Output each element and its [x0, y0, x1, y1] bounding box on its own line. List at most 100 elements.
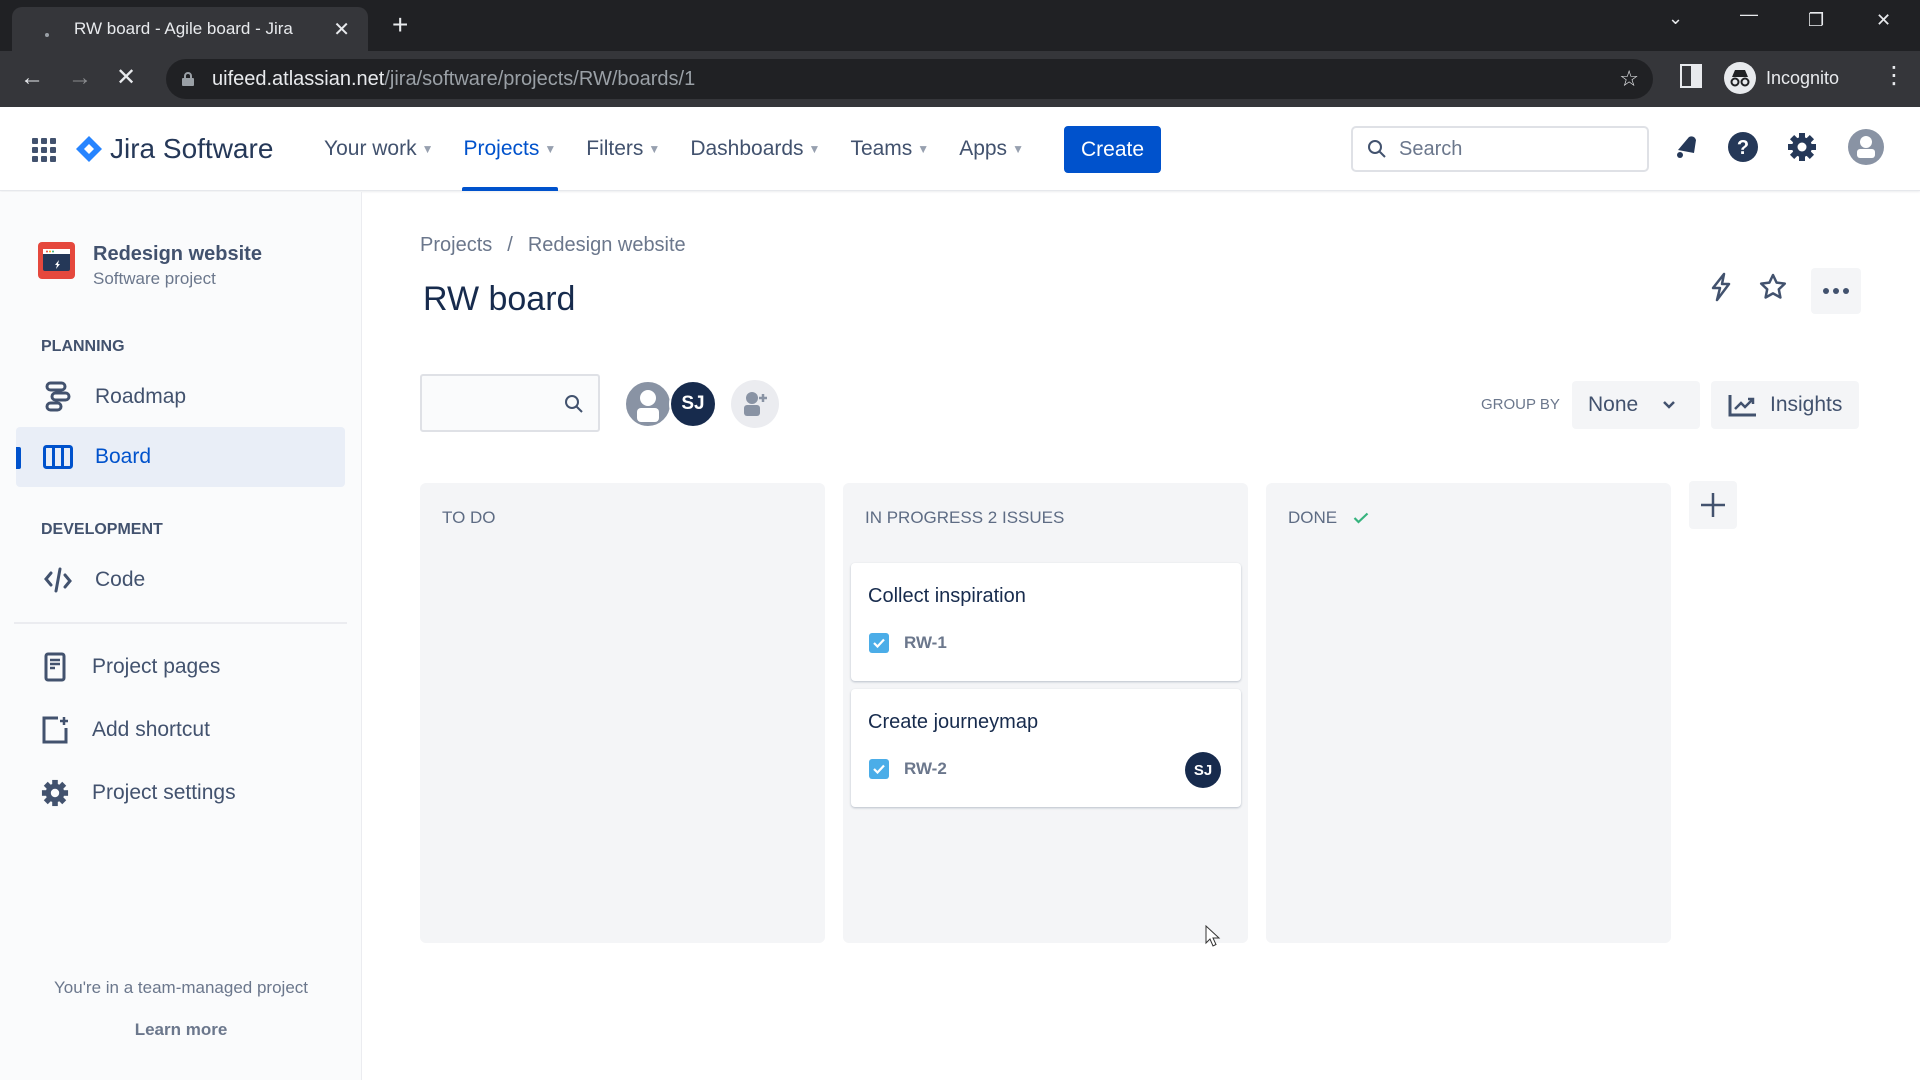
board-icon: [43, 445, 73, 469]
project-avatar-icon: [38, 242, 75, 279]
tab-title: RW board - Agile board - Jira: [74, 19, 293, 38]
issue-key[interactable]: RW-1: [904, 633, 947, 653]
sidebar-item-add-shortcut[interactable]: Add shortcut: [16, 700, 345, 760]
global-search-input[interactable]: Search: [1351, 126, 1649, 172]
nav-teams[interactable]: Teams ▼: [850, 107, 929, 191]
side-panel-icon[interactable]: [1680, 64, 1702, 88]
add-column-button[interactable]: [1689, 481, 1737, 529]
sidebar-item-label: Board: [95, 445, 152, 468]
nav-label: Dashboards: [690, 137, 804, 160]
nav-your-work[interactable]: Your work ▼: [324, 107, 434, 191]
sidebar-item-label: Add shortcut: [92, 718, 210, 741]
nav-apps[interactable]: Apps ▼: [959, 107, 1024, 191]
browser-menu-icon[interactable]: ⋮: [1882, 63, 1906, 89]
issue-card[interactable]: Collect inspiration RW-1: [851, 563, 1241, 681]
insights-label: Insights: [1770, 393, 1843, 416]
incognito-icon: [1724, 62, 1756, 94]
tab-close-icon[interactable]: ✕: [333, 17, 350, 42]
sidebar-item-roadmap[interactable]: Roadmap: [16, 367, 345, 427]
done-check-icon: [1353, 512, 1369, 524]
product-name: Jira Software: [110, 133, 274, 164]
jira-logo[interactable]: Jira Software: [76, 133, 273, 165]
project-header[interactable]: Redesign website Software project: [38, 242, 262, 292]
board-search-input[interactable]: [420, 374, 600, 432]
insights-chart-icon: [1728, 395, 1756, 417]
column-header: IN PROGRESS 2 ISSUES: [865, 508, 1064, 528]
jira-top-nav: Jira Software Your work ▼ Projects ▼ Filte…: [0, 107, 1920, 191]
restore-icon[interactable]: ❐: [1808, 10, 1824, 31]
breadcrumb-projects[interactable]: Projects: [420, 234, 492, 257]
project-type: Software project: [93, 269, 216, 288]
star-icon[interactable]: [1758, 272, 1788, 302]
assignee-avatar[interactable]: SJ: [1185, 752, 1221, 788]
sidebar-item-label: Project settings: [92, 781, 236, 804]
profile-avatar-icon[interactable]: [1848, 129, 1884, 165]
forward-icon[interactable]: →: [68, 65, 92, 91]
sidebar-item-project-settings[interactable]: Project settings: [16, 763, 345, 823]
automation-lightning-icon[interactable]: [1708, 272, 1734, 302]
notifications-bell-icon[interactable]: [1672, 131, 1700, 161]
incognito-profile[interactable]: Incognito: [1718, 57, 1858, 99]
learn-more-link[interactable]: Learn more: [0, 1020, 362, 1040]
group-by-select[interactable]: None: [1572, 381, 1700, 429]
issue-key[interactable]: RW-2: [904, 759, 947, 779]
new-tab-icon[interactable]: +: [392, 10, 408, 40]
address-bar[interactable]: uifeed.atlassian.net/jira/software/proje…: [166, 59, 1653, 99]
nav-filters[interactable]: Filters ▼: [586, 107, 660, 191]
sidebar-item-label: Roadmap: [95, 385, 187, 408]
browser-toolbar: ← → ✕ uifeed.atlassian.net/jira/software…: [0, 51, 1920, 107]
lock-icon: [182, 72, 194, 86]
group-by-label: GROUP BY: [1481, 396, 1560, 413]
column-header: DONE: [1288, 508, 1369, 528]
pages-icon: [40, 652, 70, 682]
dot: [1833, 288, 1839, 294]
back-icon[interactable]: ←: [20, 65, 44, 91]
task-type-icon: [869, 759, 889, 779]
dot: [1823, 288, 1829, 294]
loading-favicon-icon: [45, 33, 49, 37]
sidebar-item-label: Code: [95, 568, 146, 591]
section-development: DEVELOPMENT: [41, 521, 163, 538]
nav-projects[interactable]: Projects ▼: [461, 107, 558, 191]
avatar-unassigned-filter[interactable]: [624, 380, 672, 428]
column-title: IN PROGRESS 2 ISSUES: [865, 508, 1065, 527]
breadcrumb-separator: /: [507, 234, 513, 256]
more-actions-button[interactable]: [1811, 268, 1861, 314]
settings-gear-icon[interactable]: [1787, 132, 1817, 162]
sidebar-item-project-pages[interactable]: Project pages: [16, 637, 345, 697]
chevron-down-icon: ▼: [544, 142, 557, 156]
breadcrumb-project[interactable]: Redesign website: [528, 234, 686, 257]
jira-diamond-icon: [76, 136, 102, 162]
primary-nav: Your work ▼ Projects ▼ Filters ▼ Dashboards…: [324, 107, 1054, 191]
stop-loading-icon[interactable]: ✕: [116, 65, 136, 91]
plus-icon: [1701, 493, 1725, 517]
chevron-down-icon: ▼: [917, 142, 930, 156]
section-planning: PLANNING: [41, 338, 125, 355]
tab-search-chevron-icon[interactable]: ⌄: [1668, 8, 1683, 29]
roadmap-icon: [43, 381, 73, 413]
browser-tab[interactable]: RW board - Agile board - Jira ✕: [12, 7, 368, 51]
nav-label: Teams: [850, 137, 913, 160]
sidebar-item-code[interactable]: Code: [16, 550, 345, 610]
app-switcher-icon[interactable]: [32, 138, 56, 162]
create-button[interactable]: Create: [1064, 126, 1161, 173]
avatar-sj-filter[interactable]: SJ: [669, 380, 717, 428]
bookmark-star-icon[interactable]: ☆: [1619, 66, 1639, 92]
breadcrumb: Projects / Redesign website: [420, 234, 686, 257]
issue-card[interactable]: Create journeymap RW-2 SJ: [851, 689, 1241, 807]
chevron-down-icon: ▼: [648, 142, 661, 156]
add-people-button[interactable]: [731, 380, 779, 428]
chevron-down-icon: ▼: [1012, 142, 1024, 156]
minimize-icon[interactable]: —: [1740, 4, 1758, 25]
nav-dashboards[interactable]: Dashboards ▼: [690, 107, 820, 191]
window-close-icon[interactable]: ✕: [1876, 10, 1891, 31]
url-text: uifeed.atlassian.net/jira/software/proje…: [212, 67, 696, 90]
search-icon: [1368, 140, 1386, 158]
help-icon[interactable]: ?: [1727, 131, 1759, 163]
column-title: TO DO: [442, 508, 496, 527]
group-by-value: None: [1588, 393, 1639, 416]
sidebar-item-board[interactable]: Board: [16, 427, 345, 487]
sidebar-divider: [14, 622, 347, 624]
insights-button[interactable]: Insights: [1711, 381, 1859, 429]
issue-title: Create journeymap: [868, 711, 1039, 733]
